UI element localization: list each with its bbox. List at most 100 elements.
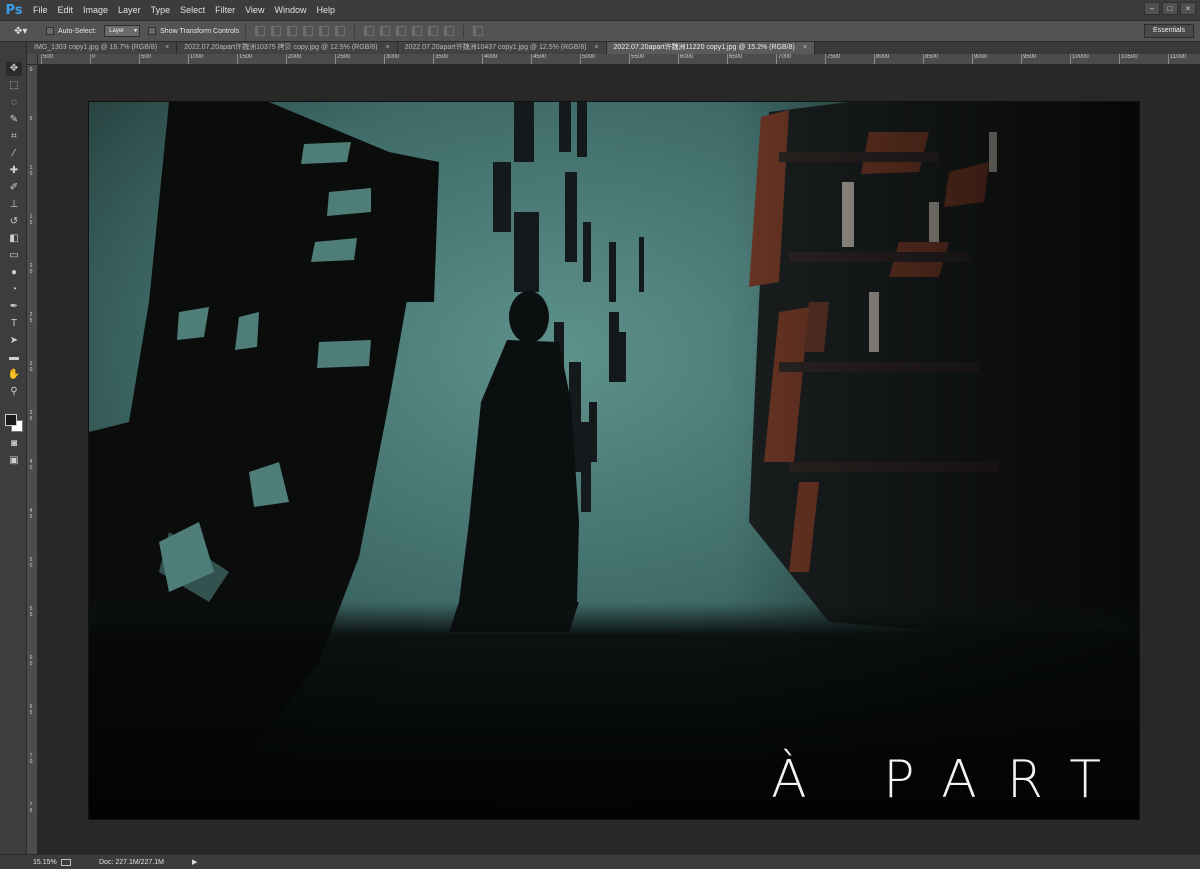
menu-type[interactable]: Type	[146, 0, 176, 21]
ruler-label: 4 5	[29, 508, 33, 520]
menu-image[interactable]: Image	[78, 0, 113, 21]
ruler-label: 5 5	[29, 606, 33, 618]
menu-help[interactable]: Help	[311, 0, 340, 21]
tab-label: IMG_1303 copy1.jpg @ 16.7% (RGB/8)	[34, 44, 158, 51]
foreground-color-swatch[interactable]	[5, 414, 17, 426]
eraser-tool-icon[interactable]: ◧	[6, 232, 22, 246]
menu-edit[interactable]: Edit	[53, 0, 79, 21]
auto-select-checkbox[interactable]	[46, 27, 54, 35]
ruler-tick	[335, 54, 336, 64]
close-tab-icon[interactable]: ×	[386, 42, 390, 54]
vertical-ruler[interactable]: 0 5 1 0 1 5 2 0 2 5 3 0 3 5 4 0 4 5 5 0 5 5 6 0 6 5 7 …	[27, 65, 38, 854]
marquee-tool-icon[interactable]: ⬚	[6, 79, 22, 93]
distribute-bottom-icon[interactable]	[396, 26, 407, 36]
move-tool-preset-icon[interactable]: ✥▾	[14, 26, 38, 37]
divider	[354, 24, 356, 38]
ruler-label: 3 0	[29, 361, 33, 373]
close-tab-icon[interactable]: ×	[803, 42, 807, 54]
menu-layer[interactable]: Layer	[113, 0, 146, 21]
type-tool-icon[interactable]: T	[6, 317, 22, 331]
ruler-tick	[384, 54, 385, 64]
zoom-level[interactable]: 15.15%	[33, 859, 61, 866]
zoom-tool-icon[interactable]: ⚲	[6, 385, 22, 399]
menu-select[interactable]: Select	[175, 0, 210, 21]
photo-artwork	[89, 102, 1139, 819]
tools-panel: ✥ ⬚ ◌ ✎ ⌗ ⁄ ✚ ✐ ⊥ ↺ ◧ ▭ ● ◔ ✒ T ➤ ▬ ✋ ⚲ …	[0, 42, 27, 854]
quick-selection-tool-icon[interactable]: ✎	[6, 113, 22, 127]
ruler-tick	[972, 54, 973, 64]
ruler-tick	[188, 54, 189, 64]
close-tab-icon[interactable]: ×	[165, 42, 169, 54]
ruler-origin[interactable]	[27, 54, 38, 65]
ruler-label: 8000	[876, 54, 890, 60]
rectangle-tool-icon[interactable]: ▬	[6, 351, 22, 365]
hand-tool-icon[interactable]: ✋	[6, 368, 22, 382]
distribute-middle-icon[interactable]	[380, 26, 391, 36]
align-bottom-icon[interactable]	[287, 26, 298, 36]
ruler-label: 7000	[778, 54, 792, 60]
brush-tool-icon[interactable]: ✐	[6, 181, 22, 195]
distribute-right-icon[interactable]	[444, 26, 455, 36]
close-tab-icon[interactable]: ×	[594, 42, 598, 54]
ruler-label: 7 5	[29, 802, 33, 814]
lasso-tool-icon[interactable]: ◌	[6, 96, 22, 110]
ruler-label: 5500	[631, 54, 645, 60]
horizontal-ruler[interactable]: 500 0 500 1000 1500 2000 2500 3000 3500 4000 4500 5…	[38, 54, 1200, 65]
ruler-tick	[1168, 54, 1169, 64]
menu-filter[interactable]: Filter	[210, 0, 240, 21]
auto-align-icon[interactable]	[473, 26, 484, 36]
distribute-top-icon[interactable]	[364, 26, 375, 36]
close-button[interactable]: ×	[1180, 2, 1196, 15]
eyedropper-tool-icon[interactable]: ⁄	[6, 147, 22, 161]
dodge-tool-icon[interactable]: ◔	[6, 283, 22, 297]
quick-mask-icon[interactable]: ◙	[6, 437, 22, 451]
show-transform-checkbox[interactable]	[148, 27, 157, 35]
ruler-label: 1 5	[29, 214, 33, 226]
document-size: Doc: 227.1M/227.1M	[99, 858, 164, 866]
menu-window[interactable]: Window	[269, 0, 311, 21]
ruler-tick	[139, 54, 140, 64]
document-tab-active[interactable]: 2022.07.20apart许魏洲11220 copy1.jpg @ 15.2…	[606, 42, 815, 54]
ruler-tick	[580, 54, 581, 64]
auto-select-dropdown[interactable]: Layer	[104, 25, 141, 37]
gradient-tool-icon[interactable]: ▭	[6, 249, 22, 263]
align-left-icon[interactable]	[303, 26, 314, 36]
ruler-tick	[1119, 54, 1120, 64]
document-tab[interactable]: 2022.07.20apart许魏洲10437 copy1.jpg @ 12.5…	[397, 42, 607, 54]
document-canvas[interactable]: À PART	[89, 102, 1139, 819]
ruler-label: 4000	[484, 54, 498, 60]
clone-stamp-tool-icon[interactable]: ⊥	[6, 198, 22, 212]
color-swatches[interactable]	[5, 414, 25, 434]
ruler-label: 6000	[680, 54, 694, 60]
crop-tool-icon[interactable]: ⌗	[6, 130, 22, 144]
distribute-center-icon[interactable]	[428, 26, 439, 36]
status-preview-icon[interactable]	[61, 858, 71, 866]
pen-tool-icon[interactable]: ✒	[6, 300, 22, 314]
align-top-icon[interactable]	[255, 26, 266, 36]
maximize-button[interactable]: □	[1162, 2, 1178, 15]
align-center-icon[interactable]	[319, 26, 330, 36]
canvas-area[interactable]: À PART	[38, 65, 1200, 854]
workspace-switcher[interactable]: Essentials	[1144, 24, 1194, 38]
align-middle-icon[interactable]	[271, 26, 282, 36]
distribute-left-icon[interactable]	[412, 26, 423, 36]
ruler-tick	[237, 54, 238, 64]
align-right-icon[interactable]	[335, 26, 346, 36]
ruler-label: 5000	[582, 54, 596, 60]
healing-brush-tool-icon[interactable]: ✚	[6, 164, 22, 178]
document-tab[interactable]: IMG_1303 copy1.jpg @ 16.7% (RGB/8) ×	[27, 42, 178, 54]
move-tool-icon[interactable]: ✥	[6, 62, 22, 76]
ruler-label: 11000	[1170, 54, 1187, 60]
minimize-button[interactable]: –	[1144, 2, 1160, 15]
path-selection-tool-icon[interactable]: ➤	[6, 334, 22, 348]
blur-tool-icon[interactable]: ●	[6, 266, 22, 280]
ruler-label: 10000	[1072, 54, 1089, 60]
screen-mode-icon[interactable]: ▣	[6, 454, 22, 468]
tab-label: 2022.07.20apart许魏洲11220 copy1.jpg @ 15.2…	[613, 44, 795, 51]
status-menu-arrow-icon[interactable]: ▶	[192, 858, 197, 866]
menu-view[interactable]: View	[240, 0, 269, 21]
document-tab[interactable]: 2022.07.20apart许魏洲10375 拷贝 copy.jpg @ 12…	[177, 42, 398, 54]
show-transform-label: Show Transform Controls	[160, 27, 240, 35]
history-brush-tool-icon[interactable]: ↺	[6, 215, 22, 229]
menu-file[interactable]: File	[28, 0, 53, 21]
